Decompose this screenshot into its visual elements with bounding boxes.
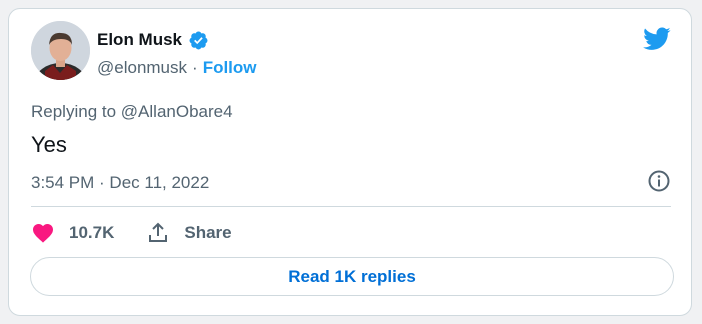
replying-to-line: Replying to @AllanObare4 — [31, 102, 233, 122]
follow-button[interactable]: Follow — [203, 58, 257, 78]
like-count: 10.7K — [69, 223, 115, 242]
heart-icon — [33, 224, 53, 243]
share-label: Share — [184, 223, 232, 242]
like-button[interactable]: 10.7K — [31, 221, 114, 245]
name-row: Elon Musk — [97, 29, 257, 51]
replying-to-mention[interactable]: @AllanObare4 — [121, 102, 233, 121]
info-icon[interactable] — [647, 169, 671, 193]
verified-badge-icon — [188, 30, 209, 51]
twitter-bird-icon[interactable] — [643, 27, 671, 51]
action-bar: 10.7K Share — [31, 221, 264, 245]
tweet-card: Elon Musk @elonmusk · Follow Replying to… — [8, 8, 692, 316]
replying-prefix: Replying to — [31, 102, 117, 121]
handle-separator: · — [192, 58, 198, 77]
author-display-name[interactable]: Elon Musk — [97, 30, 182, 50]
avatar-image — [31, 21, 90, 80]
avatar[interactable] — [31, 21, 90, 80]
handle-row: @elonmusk · Follow — [97, 57, 257, 79]
author-handle[interactable]: @elonmusk — [97, 58, 187, 78]
read-replies-button[interactable]: Read 1K replies — [30, 257, 674, 296]
share-button[interactable]: Share — [146, 221, 232, 245]
share-icon — [149, 222, 168, 242]
tweet-timestamp[interactable]: 3:54 PM · Dec 11, 2022 — [31, 173, 209, 193]
divider — [31, 206, 671, 207]
author-block: Elon Musk @elonmusk · Follow — [97, 29, 257, 79]
tweet-text: Yes — [31, 132, 67, 157]
